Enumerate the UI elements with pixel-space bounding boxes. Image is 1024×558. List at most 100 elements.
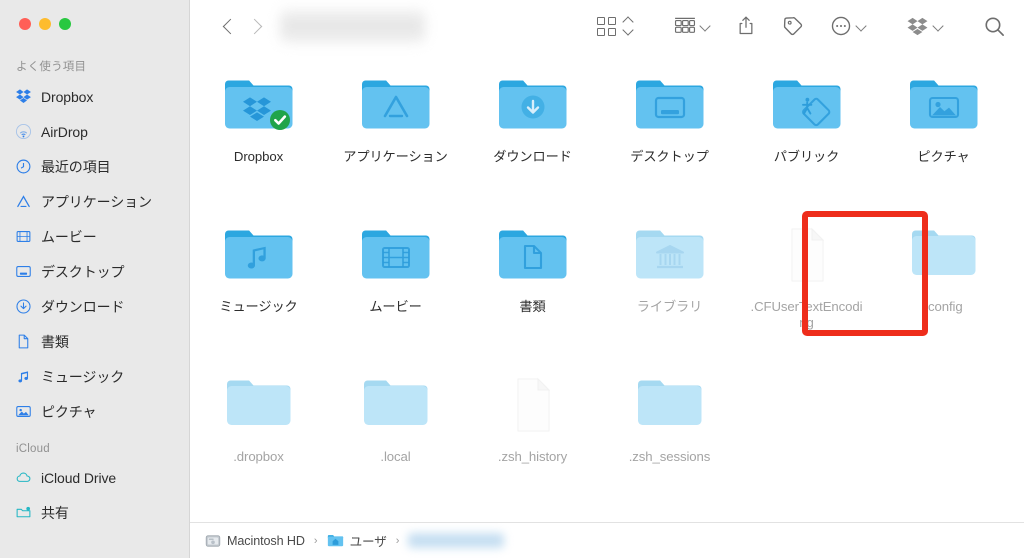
file-name: ピクチャ	[917, 149, 970, 164]
forward-button[interactable]	[249, 17, 260, 36]
file-item-movies[interactable]: ムービー	[327, 216, 464, 366]
downloads-icon	[15, 298, 32, 315]
sidebar-item-label: デスクトップ	[41, 263, 125, 280]
share-button[interactable]	[736, 11, 756, 41]
sidebar-item-label: ダウンロード	[41, 298, 125, 315]
file-name: .zsh_history	[497, 449, 568, 464]
applications-folder-icon	[358, 70, 434, 140]
window-controls	[0, 0, 189, 46]
close-button[interactable]	[19, 18, 31, 30]
sidebar-item-applications[interactable]: アプリケーション	[0, 184, 189, 219]
window-title-redacted	[280, 9, 425, 43]
shared-folder-icon	[15, 504, 32, 521]
sidebar-item-pictures[interactable]: ピクチャ	[0, 394, 189, 429]
sidebar-item-recents[interactable]: 最近の項目	[0, 149, 189, 184]
sidebar-item-music[interactable]: ミュージック	[0, 359, 189, 394]
file-name: .CFUserTextEncoding	[750, 299, 863, 330]
file-item-documents[interactable]: 書類	[464, 216, 601, 366]
breadcrumb-users[interactable]: ユーザ	[327, 531, 387, 550]
file-item-cfusertextencoding[interactable]: .CFUserTextEncoding	[738, 216, 875, 366]
file-name: .dropbox	[233, 449, 284, 464]
share-icon	[739, 16, 753, 35]
file-item-applications[interactable]: アプリケーション	[327, 66, 464, 216]
sidebar: よく使う項目 Dropbox AirDrop 最近の項目 アプリケーション ムー…	[0, 0, 190, 558]
plain-folder-icon	[632, 370, 708, 440]
desktop-folder-icon	[632, 70, 708, 140]
chevron-down-icon[interactable]	[701, 22, 710, 31]
main-pane: Dropbox アプリケーション ダウンロード デスクトップ パブリック ピクチ…	[190, 0, 1024, 558]
file-grid: Dropbox アプリケーション ダウンロード デスクトップ パブリック ピクチ…	[190, 52, 1024, 522]
downloads-folder-icon	[495, 70, 571, 140]
file-name: .config	[924, 299, 963, 314]
pictures-icon	[15, 403, 32, 420]
sidebar-item-icloud-drive[interactable]: iCloud Drive	[0, 460, 189, 495]
desktop-icon	[15, 263, 32, 280]
plain-folder-icon	[358, 370, 434, 440]
tag-icon	[783, 17, 803, 36]
sidebar-item-label: AirDrop	[41, 123, 88, 140]
sidebar-item-label: ミュージック	[41, 368, 125, 385]
chevron-down-icon[interactable]	[934, 22, 943, 31]
breadcrumb-user-redacted[interactable]	[408, 533, 505, 548]
generic-file-icon	[769, 220, 845, 290]
public-folder-icon	[769, 70, 845, 140]
group-by-button[interactable]	[674, 11, 710, 41]
sidebar-item-label: 書類	[41, 333, 69, 350]
cloud-icon	[15, 469, 32, 486]
more-actions-button[interactable]	[830, 11, 866, 41]
file-item-downloads[interactable]: ダウンロード	[464, 66, 601, 216]
music-icon	[15, 368, 32, 385]
sidebar-item-label: アプリケーション	[41, 193, 152, 210]
file-item-zsh-history[interactable]: .zsh_history	[464, 366, 601, 496]
finder-window: よく使う項目 Dropbox AirDrop 最近の項目 アプリケーション ムー…	[0, 0, 1024, 558]
dropbox-toolbar-button[interactable]	[906, 11, 943, 41]
file-name: 書類	[519, 299, 546, 314]
sidebar-item-desktop[interactable]: デスクトップ	[0, 254, 189, 289]
sidebar-item-airdrop[interactable]: AirDrop	[0, 114, 189, 149]
file-item-library[interactable]: ライブラリ	[601, 216, 738, 366]
sidebar-item-downloads[interactable]: ダウンロード	[0, 289, 189, 324]
file-item-dropbox[interactable]: Dropbox	[190, 66, 327, 216]
minimize-button[interactable]	[39, 18, 51, 30]
dropbox-folder-icon	[221, 70, 297, 140]
view-switch-button[interactable]	[597, 11, 634, 41]
file-item-dropbox-hidden[interactable]: .dropbox	[190, 366, 327, 496]
maximize-button[interactable]	[59, 18, 71, 30]
sidebar-item-movies[interactable]: ムービー	[0, 219, 189, 254]
chevron-down-icon[interactable]	[857, 22, 866, 31]
breadcrumb-separator: ›	[313, 534, 318, 547]
file-item-local[interactable]: .local	[327, 366, 464, 496]
ellipsis-circle-icon	[831, 16, 851, 36]
tag-button[interactable]	[782, 11, 804, 41]
sidebar-item-shared[interactable]: 共有	[0, 495, 189, 530]
documents-icon	[15, 333, 32, 350]
sync-check-badge	[269, 110, 290, 130]
file-name: ライブラリ	[636, 299, 703, 314]
chevron-updown-icon[interactable]	[623, 16, 634, 36]
file-item-desktop[interactable]: デスクトップ	[601, 66, 738, 216]
toolbar-actions	[597, 11, 1006, 41]
sidebar-item-label: 共有	[41, 504, 69, 521]
file-name: デスクトップ	[630, 149, 709, 164]
file-item-music[interactable]: ミュージック	[190, 216, 327, 366]
sidebar-item-dropbox[interactable]: Dropbox	[0, 79, 189, 114]
file-item-config[interactable]: .config	[875, 216, 1012, 366]
sidebar-item-label: 最近の項目	[41, 158, 111, 175]
file-grid-row: Dropbox アプリケーション ダウンロード デスクトップ パブリック ピクチ…	[190, 66, 1024, 216]
breadcrumb-macintosh-hd[interactable]: Macintosh HD	[205, 533, 305, 549]
movies-folder-icon	[358, 220, 434, 290]
file-name: アプリケーション	[343, 149, 448, 164]
search-button[interactable]	[983, 11, 1006, 41]
generic-file-icon	[495, 370, 571, 440]
sidebar-section-icloud-title: iCloud	[16, 443, 50, 455]
pictures-folder-icon	[906, 70, 982, 140]
file-item-public[interactable]: パブリック	[738, 66, 875, 216]
file-item-zsh-sessions[interactable]: .zsh_sessions	[601, 366, 738, 496]
clock-icon	[15, 158, 32, 175]
back-button[interactable]	[223, 17, 234, 36]
sidebar-item-documents[interactable]: 書類	[0, 324, 189, 359]
file-item-pictures[interactable]: ピクチャ	[875, 66, 1012, 216]
path-bar: Macintosh HD › ユーザ ›	[190, 522, 1024, 558]
music-folder-icon	[221, 220, 297, 290]
file-grid-row: .dropbox .local .zsh_history .zsh_sessio…	[190, 366, 1024, 496]
